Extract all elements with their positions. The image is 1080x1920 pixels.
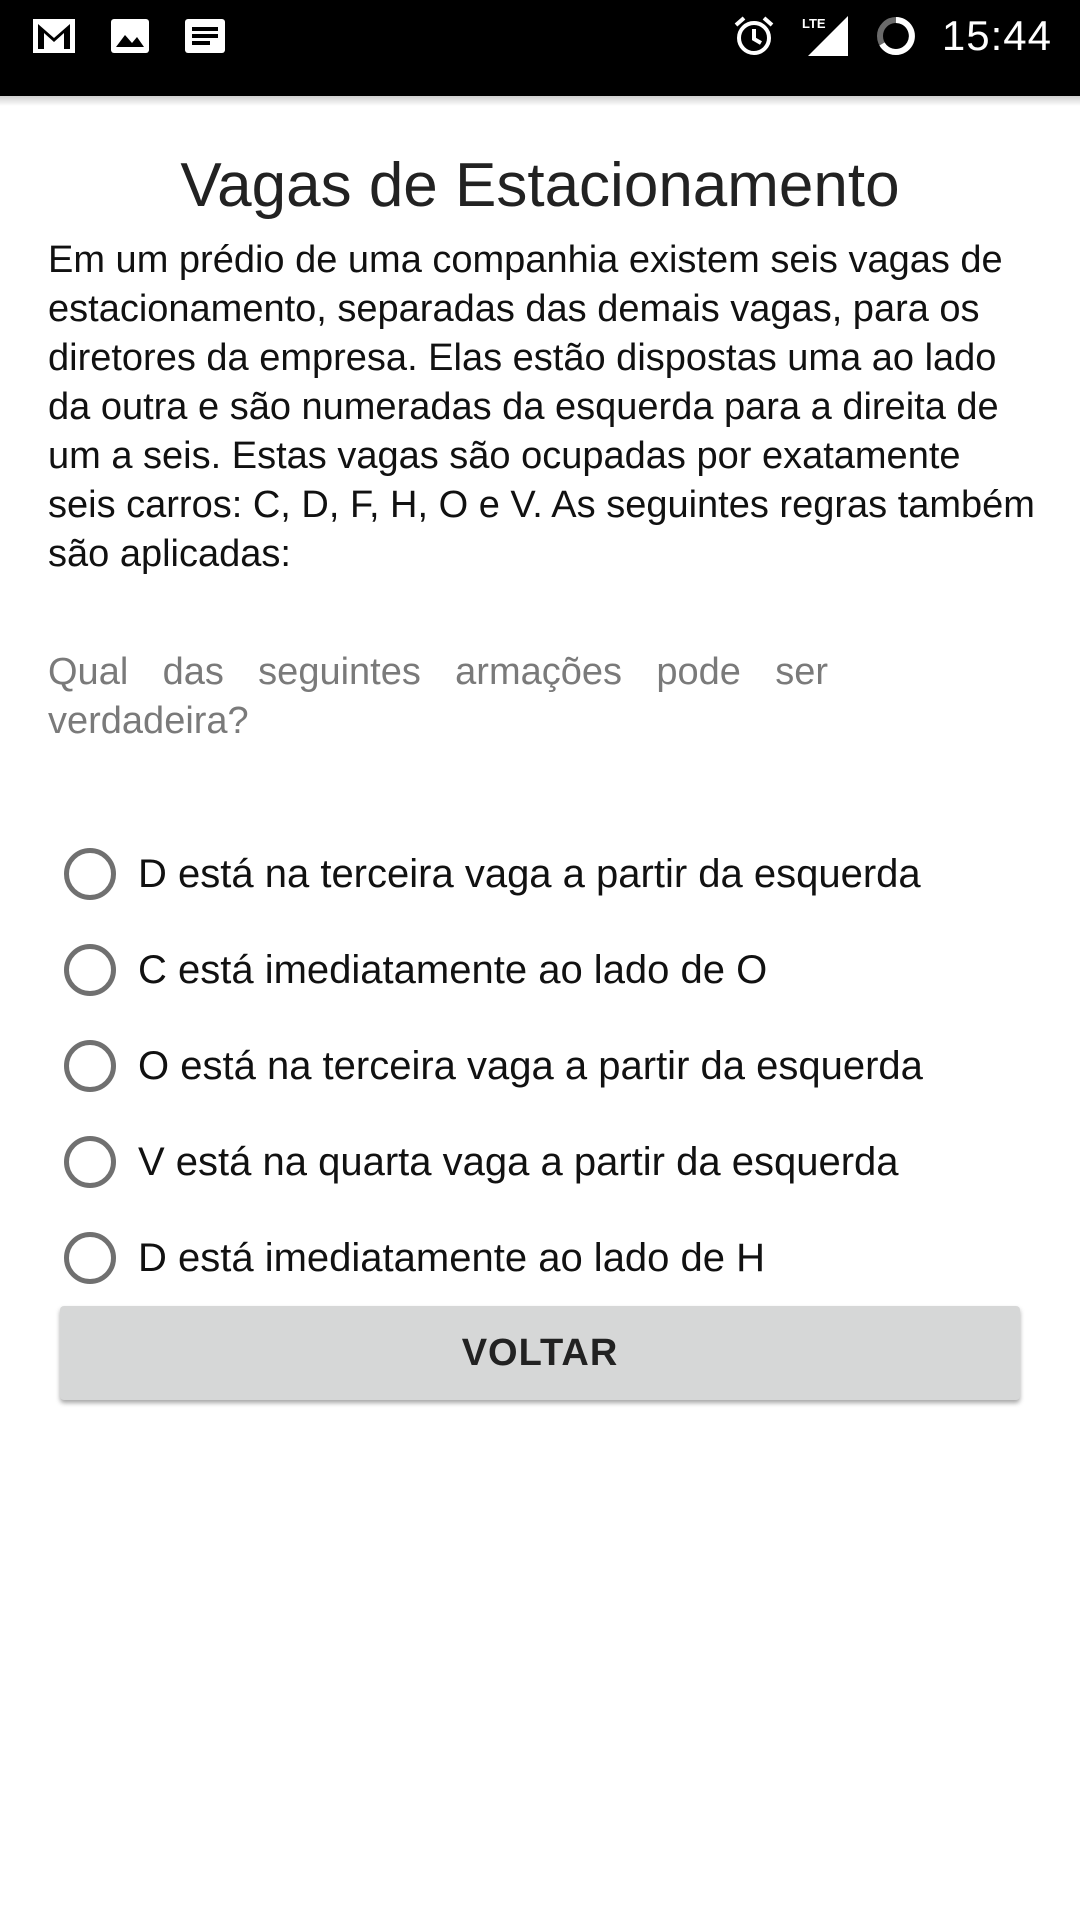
option-label: O está na terceira vaga a partir da esqu… — [138, 1043, 923, 1088]
battery-loading-icon — [876, 17, 915, 55]
option-label: D está na terceira vaga a partir da esqu… — [138, 851, 921, 896]
radio-button[interactable] — [64, 848, 116, 900]
alarm-icon — [734, 16, 774, 55]
question-text: Qual das seguintes armações pode ser ver… — [48, 651, 828, 742]
lte-signal-icon: LTE — [802, 16, 848, 56]
system-icons: LTE 15:44 — [732, 0, 1052, 72]
network-label: LTE — [802, 16, 826, 31]
option-3[interactable]: O está na terceira vaga a partir da esqu… — [64, 1018, 1024, 1114]
answer-options: D está na terceira vaga a partir da esqu… — [64, 826, 1024, 1306]
option-label: C está imediatamente ao lado de O — [138, 947, 768, 992]
radio-button[interactable] — [64, 1040, 116, 1092]
status-bar: LTE 15:44 — [0, 0, 1080, 96]
radio-button[interactable] — [64, 944, 116, 996]
gallery-icon — [111, 19, 149, 53]
option-2[interactable]: C está imediatamente ao lado de O — [64, 922, 1024, 1018]
radio-button[interactable] — [64, 1232, 116, 1284]
message-icon — [185, 19, 225, 53]
problem-description: Em um prédio de uma companhia existem se… — [48, 239, 1035, 575]
option-1[interactable]: D está na terceira vaga a partir da esqu… — [64, 826, 1024, 922]
notification-icons — [32, 0, 226, 72]
gmail-icon — [33, 19, 75, 53]
action-bar-shadow — [0, 96, 1080, 106]
radio-button[interactable] — [64, 1136, 116, 1188]
option-4[interactable]: V está na quarta vaga a partir da esquer… — [64, 1114, 1024, 1210]
option-5[interactable]: D está imediatamente ao lado de H — [64, 1210, 1024, 1306]
clock: 15:44 — [941, 12, 1052, 59]
option-label: V está na quarta vaga a partir da esquer… — [138, 1139, 899, 1184]
page-title: Vagas de Estacionamento — [180, 151, 900, 220]
back-button[interactable]: VOLTAR — [60, 1306, 1020, 1400]
option-label: D está imediatamente ao lado de H — [138, 1235, 766, 1280]
